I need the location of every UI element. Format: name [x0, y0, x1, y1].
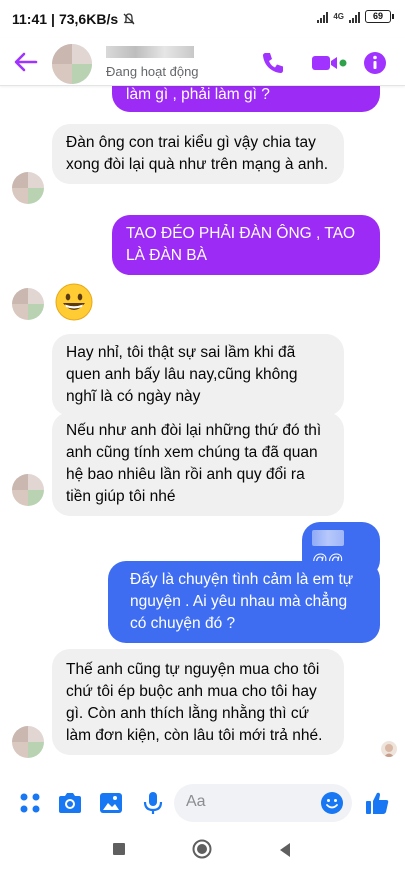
four-dots-icon[interactable]: [16, 789, 44, 817]
conversation-header: Đang hoạt động: [0, 38, 405, 86]
home-icon[interactable]: [192, 839, 212, 859]
signal-icon: [317, 11, 329, 23]
system-navigation-bar: [0, 826, 405, 878]
message-bubble-outgoing[interactable]: làm gì , phải làm gì ?: [112, 86, 380, 112]
message-text: Đấy là chuyện tình cảm là em tự nguyện .…: [130, 571, 354, 632]
recent-apps-icon[interactable]: [112, 842, 126, 856]
message-text: TAO ĐÉO PHẢI ĐÀN ÔNG , TAO LÀ ĐÀN BÀ: [126, 225, 356, 264]
message-bubble-incoming[interactable]: Đàn ông con trai kiểu gì vậy chia tay xo…: [52, 124, 344, 184]
sender-avatar[interactable]: [12, 726, 44, 758]
battery-indicator: 69: [365, 10, 394, 23]
message-input[interactable]: Aa: [174, 784, 352, 822]
message-bubble-outgoing[interactable]: Đấy là chuyện tình cảm là em tự nguyện .…: [108, 561, 380, 643]
sender-avatar[interactable]: [12, 172, 44, 204]
message-composer: Aa: [0, 780, 405, 826]
thumbs-up-icon[interactable]: [363, 789, 391, 817]
seen-indicator-avatar: [381, 741, 397, 757]
separator: |: [51, 11, 55, 27]
sender-avatar[interactable]: [12, 474, 44, 506]
grinning-face-emoji[interactable]: [54, 282, 94, 322]
back-triangle-icon[interactable]: [278, 842, 292, 858]
info-icon[interactable]: [360, 48, 390, 78]
message-bubble-incoming[interactable]: Nếu như anh đòi lại những thứ đó thì anh…: [52, 412, 344, 516]
bell-off-icon: [123, 13, 135, 25]
message-text: làm gì , phải làm gì ?: [126, 86, 270, 103]
sender-avatar[interactable]: [12, 288, 44, 320]
smiley-icon[interactable]: [320, 791, 344, 815]
message-bubble-incoming[interactable]: Thế anh cũng tự nguyện mua cho tôi chứ t…: [52, 649, 344, 755]
message-text: Đàn ông con trai kiểu gì vậy chia tay xo…: [66, 134, 329, 173]
message-bubble-outgoing[interactable]: TAO ĐÉO PHẢI ĐÀN ÔNG , TAO LÀ ĐÀN BÀ: [112, 215, 380, 275]
message-bubble-incoming[interactable]: Hay nhỉ, tôi thật sự sai lầm khi đã quen…: [52, 334, 344, 416]
gallery-icon[interactable]: [97, 789, 125, 817]
message-list[interactable]: làm gì , phải làm gì ? Đàn ông con trai …: [0, 86, 405, 780]
video-camera-icon[interactable]: [310, 48, 348, 78]
message-text: Nếu như anh đòi lại những thứ đó thì anh…: [66, 422, 322, 505]
message-text: Thế anh cũng tự nguyện mua cho tôi chứ t…: [66, 661, 323, 744]
back-arrow-icon[interactable]: [12, 48, 40, 76]
network-type: 4G: [333, 11, 344, 21]
blurred-mention: [312, 530, 344, 546]
camera-icon[interactable]: [56, 789, 84, 817]
signal-icon-2: [349, 11, 360, 23]
phone-icon[interactable]: [258, 48, 288, 78]
clock: 11:41: [12, 11, 48, 27]
contact-avatar[interactable]: [52, 44, 92, 84]
contact-name-blurred[interactable]: [106, 46, 194, 58]
status-bar: 11:41 | 73,6KB/s 4G 69: [0, 0, 405, 38]
network-speed: 73,6KB/s: [58, 11, 119, 27]
message-text: Hay nhỉ, tôi thật sự sai lầm khi đã quen…: [66, 344, 298, 405]
message-input-placeholder: Aa: [186, 793, 206, 810]
active-status: Đang hoạt động: [106, 64, 199, 79]
microphone-icon[interactable]: [139, 789, 167, 817]
